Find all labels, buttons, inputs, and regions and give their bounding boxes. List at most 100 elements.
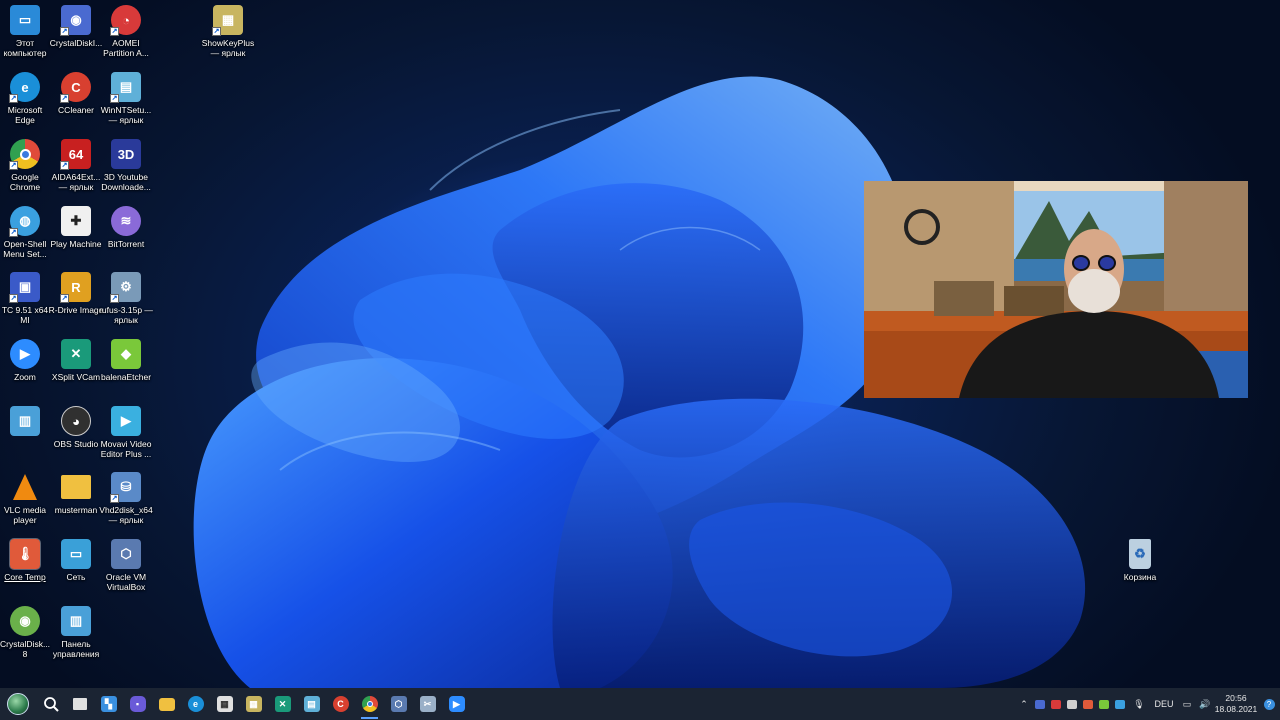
chevron-up-icon[interactable]: ⌃	[1016, 688, 1032, 720]
showkeyplus-icon: ▦	[245, 696, 262, 712]
start-button[interactable]	[0, 688, 36, 720]
desktop-icon-movavi[interactable]: ▶ Movavi Video Editor Plus ...	[101, 406, 151, 459]
desktop-icon-network[interactable]: ▭ Сеть	[51, 539, 101, 582]
taskbar-ccleaner[interactable]: C	[326, 688, 355, 720]
desktop-icon-zoom[interactable]: ▶ Zoom	[0, 339, 50, 382]
chat-icon: ▪	[129, 696, 146, 712]
showkeyplus-icon: ▦ ↗	[212, 5, 243, 36]
desktop-icon-total-commander[interactable]: ▣ ↗ TC 9.51 x64 MI	[0, 272, 50, 325]
coretemp-icon: 🌡	[9, 538, 41, 570]
ccleaner-icon: C ↗	[60, 72, 91, 103]
taskbar-snipping[interactable]: ✂	[413, 688, 442, 720]
recycle-bin-icon: ♻	[1129, 539, 1151, 569]
taskbar-task-view[interactable]	[65, 688, 94, 720]
desktop-icon-aida64[interactable]: 64 ↗ AIDA64Ext... — ярлык	[51, 139, 101, 192]
edge-icon: e ↗	[9, 72, 40, 103]
clock[interactable]: 20:56 18.08.2021	[1214, 693, 1258, 715]
ccleaner-icon: C	[332, 696, 349, 712]
desktop-icon-3d-youtube[interactable]: 3D 3D Youtube Downloade...	[101, 139, 151, 192]
desktop-icon-ccleaner[interactable]: C ↗ CCleaner	[51, 72, 101, 115]
desktop-icon-xsplit[interactable]: ✕ XSplit VCam	[51, 339, 101, 382]
desktop-icon-vhd2disk[interactable]: ⛁ ↗ Vhd2disk_x64 — ярлык	[99, 472, 153, 525]
winntsetup-icon: ▤ ↗	[110, 72, 141, 103]
openshell-icon: ◍ ↗	[9, 206, 40, 237]
crystaldisk-8-icon: ◉	[10, 606, 40, 636]
xsplit-icon: ✕	[61, 339, 91, 369]
taskbar-store[interactable]: ▦	[210, 688, 239, 720]
taskbar-edge[interactable]: e	[181, 688, 210, 720]
gamepad-icon: ✚	[61, 206, 91, 236]
desktop-icon-this-pc[interactable]: ▭ Этот компьютер	[0, 5, 50, 58]
desktop-icon-openshell[interactable]: ◍ ↗ Open-Shell Menu Set...	[0, 206, 50, 259]
zoom-icon: ▶	[10, 339, 40, 369]
system-tray: ⌃ 🎙 DEU ▭ 🔊 20:56 18.08.2021 ?	[1016, 688, 1280, 720]
vhd2disk-icon: ⛁ ↗	[110, 472, 141, 503]
desktop-icon-showkeyplus[interactable]: ▦ ↗ ShowKeyPlus — ярлык	[201, 5, 255, 58]
desktop-icon-rufus[interactable]: ⚙ ↗ rufus-3.15p — ярлык	[99, 272, 153, 325]
desktop-icon-rdrive[interactable]: R ↗ R-Drive Image	[49, 272, 103, 315]
desktop-icon-aomei[interactable]: ◔ ↗ AOMEI Partition A...	[101, 5, 151, 58]
desktop-icon-core-temp[interactable]: 🌡 Core Temp	[0, 538, 50, 582]
aomei-icon: ◔ ↗	[110, 5, 141, 36]
desktop-icon-label: TC 9.51 x64 MI	[1, 305, 49, 325]
desktop-icon-unlabeled-panel[interactable]: ▥	[0, 406, 50, 439]
desktop-icon-obs[interactable]: ◕ OBS Studio	[51, 406, 101, 449]
tray-app-icon[interactable]	[1064, 688, 1080, 720]
taskbar-winntsetup[interactable]: ▤	[297, 688, 326, 720]
taskbar-chat[interactable]: ▪	[123, 688, 152, 720]
tray-app-icon[interactable]	[1048, 688, 1064, 720]
desktop-icon-label: CrystalDisk... 8	[0, 639, 51, 659]
network-icon[interactable]: ▭	[1178, 688, 1196, 720]
desktop-icon-label: VLC media player	[3, 505, 47, 525]
tray-app-icon[interactable]	[1032, 688, 1048, 720]
desktop-icon-edge[interactable]: e ↗ Microsoft Edge	[0, 72, 50, 125]
taskbar-widgets[interactable]: ▚	[94, 688, 123, 720]
desktop-icon-play-machine[interactable]: ✚ Play Machine	[50, 206, 102, 249]
desktop-icon-balenaetcher[interactable]: ◆ balenaEtcher	[101, 339, 151, 382]
desktop-icon-label: OBS Studio	[53, 439, 99, 449]
tray-app-icon[interactable]	[1112, 688, 1128, 720]
etcher-icon: ◆	[111, 339, 141, 369]
desktop-icon-musterman-folder[interactable]: musterman	[51, 472, 101, 515]
input-language[interactable]: DEU	[1150, 699, 1178, 709]
taskbar-showkeyplus[interactable]: ▦	[239, 688, 268, 720]
taskbar-file-explorer[interactable]	[152, 688, 181, 720]
virtualbox-icon: ⬡	[111, 539, 141, 569]
desktop-icon-virtualbox[interactable]: ⬡ Oracle VM VirtualBox	[101, 539, 151, 592]
desktop-icon-label: Movavi Video Editor Plus ...	[100, 439, 152, 459]
bittorrent-icon: ≋	[111, 206, 141, 236]
desktop-icon-label: Панель управления	[52, 639, 100, 659]
desktop-icon-recycle-bin[interactable]: ♻ Корзина	[1115, 539, 1165, 582]
desktop-icon-vlc[interactable]: VLC media player	[0, 472, 50, 525]
desktop-icon-label: Vhd2disk_x64 — ярлык	[99, 505, 153, 525]
folder-icon	[61, 475, 91, 499]
tray-app-icon[interactable]	[1080, 688, 1096, 720]
taskbar-chrome[interactable]	[355, 688, 384, 720]
zoom-icon: ▶	[448, 696, 465, 712]
network-icon: ▭	[61, 539, 91, 569]
desktop-icon-label: ShowKeyPlus — ярлык	[201, 38, 255, 58]
task-view-icon	[72, 698, 87, 710]
microphone-icon[interactable]: 🎙	[1128, 688, 1150, 720]
desktop-icon-crystaldiskmark[interactable]: ◉ CrystalDisk... 8	[0, 606, 50, 659]
tray-app-icon[interactable]	[1096, 688, 1112, 720]
desktop-icon-label: XSplit VCam	[51, 372, 101, 382]
volume-icon[interactable]: 🔊	[1196, 688, 1214, 720]
desktop-icon-bittorrent[interactable]: ≋ BitTorrent	[101, 206, 151, 249]
taskbar-xsplit[interactable]: ✕	[268, 688, 297, 720]
desktop-icon-label: Сеть	[66, 572, 86, 582]
notification-icon[interactable]: ?	[1258, 688, 1280, 720]
taskbar-zoom[interactable]: ▶	[442, 688, 471, 720]
desktop-icon-winntsetup[interactable]: ▤ ↗ WinNTSetu... — ярлык	[101, 72, 151, 125]
desktop-icon-label: balenaEtcher	[100, 372, 152, 382]
virtualbox-icon: ⬡	[390, 696, 407, 712]
taskbar-virtualbox[interactable]: ⬡	[384, 688, 413, 720]
taskbar-search-button[interactable]	[36, 688, 65, 720]
desktop-icon-chrome[interactable]: ↗ Google Chrome	[0, 139, 50, 192]
store-icon: ▦	[216, 696, 233, 712]
control-panel-icon: ▥	[61, 606, 91, 636]
desktop-icon-crystaldiskinfo[interactable]: ◉ ↗ CrystalDiskI...	[50, 5, 102, 48]
control-panel-icon: ▥	[10, 406, 40, 436]
desktop-icon-label: BitTorrent	[107, 239, 145, 249]
desktop-icon-control-panel[interactable]: ▥ Панель управления	[51, 606, 101, 659]
